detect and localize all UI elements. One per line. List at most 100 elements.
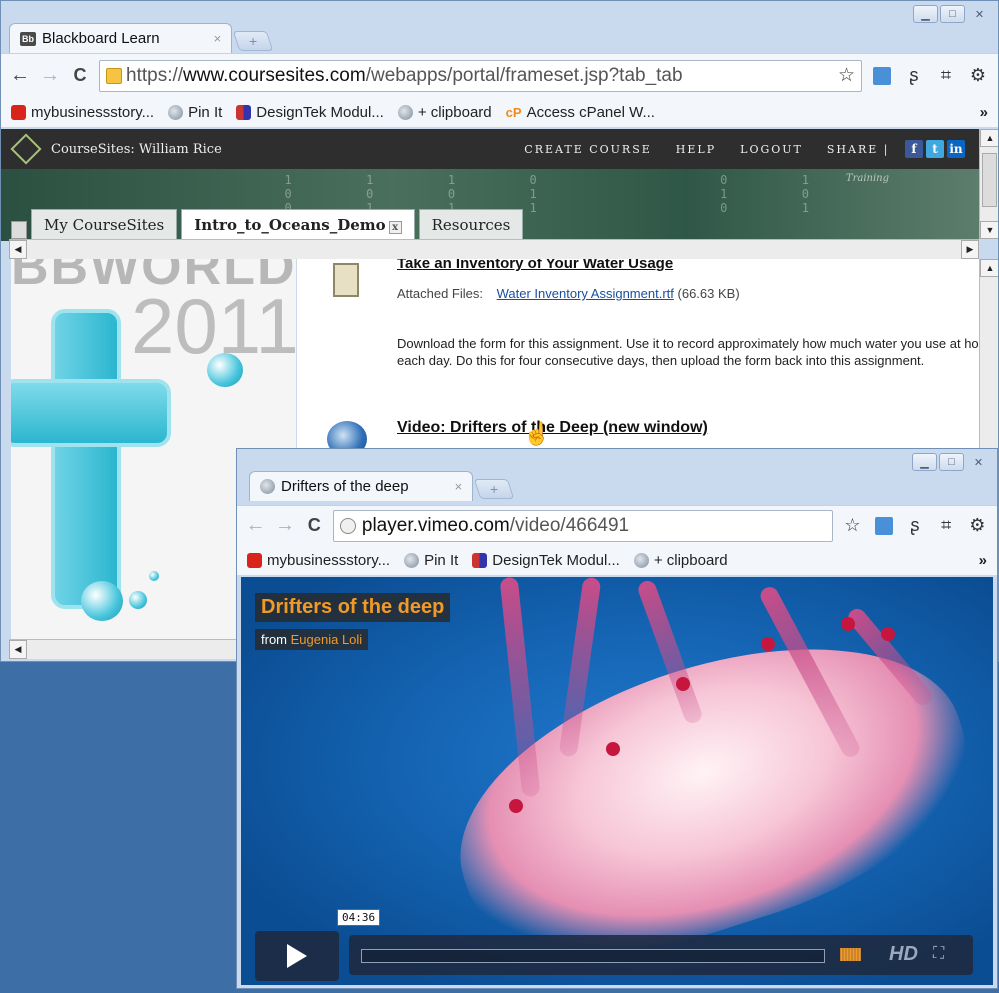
bookmark-item[interactable]: Pin It [168,104,222,121]
url-path: /webapps/portal/frameset.jsp?tab_tab [365,64,683,86]
close-window-button[interactable]: ✕ [967,5,992,23]
video-author-link[interactable]: Eugenia Loli [291,632,363,647]
bookmark-item[interactable]: + clipboard [397,103,492,121]
more-bookmarks-chevron-icon[interactable]: » [979,552,987,569]
header-scrollbar[interactable]: ▲ ▼ [979,129,998,239]
bookmark-star-icon[interactable]: ☆ [841,514,864,538]
bookmark-item[interactable]: DesignTek Modul... [236,104,384,121]
bookmark-item[interactable]: + clipboard [633,551,728,569]
globe-icon [168,104,184,120]
bookmark-item[interactable]: mybusinessstory... [11,104,154,121]
scroll-right-icon[interactable]: ▶ [961,240,979,259]
scroll-thumb[interactable] [982,153,997,207]
back-button[interactable]: ← [245,514,266,537]
more-bookmarks-chevron-icon[interactable]: » [980,104,988,121]
scroll-up-icon[interactable]: ▲ [980,259,998,277]
logout-link[interactable]: LOGOUT [740,143,803,156]
bookmark-item[interactable]: cP Access cPanel W... [506,104,655,121]
hd-toggle[interactable]: HD [889,943,918,966]
tab-my-coursesites[interactable]: My CourseSites [31,209,178,241]
coursesites-header: CourseSites: William Rice CREATE COURSE … [1,129,979,169]
tab-resources[interactable]: Resources [418,209,524,241]
play-button[interactable] [255,931,339,981]
bookmark-label: Access cPanel W... [526,103,655,121]
minimize-button[interactable]: ▁ [913,5,938,23]
bookmark-item[interactable]: DesignTek Modul... [472,552,620,569]
attached-file-link[interactable]: Water Inventory Assignment.rtf [497,286,674,301]
pin-extension-icon[interactable]: ʂ [903,514,926,538]
share-label: SHARE | f t in [827,140,965,158]
bookmark-item[interactable]: mybusinessstory... [247,552,390,569]
assignment-description: Download the form for this assignment. U… [397,336,979,368]
back-button[interactable]: ← [9,64,31,87]
plus-graphic-vertical [51,309,121,609]
video-link[interactable]: Video: Drifters of the Deep (new window) [397,419,708,437]
fullscreen-icon[interactable]: ⛶ [933,945,944,963]
tab-intro-to-oceans[interactable]: Intro_to_Oceans_Demo x [181,209,415,241]
tab-scroll-icon[interactable] [11,221,27,239]
new-tab-button[interactable]: + [473,479,515,499]
extension-icon[interactable] [870,64,894,88]
forward-button[interactable]: → [274,514,295,537]
create-course-link[interactable]: CREATE COURSE [524,143,652,156]
maximize-button[interactable]: □ [940,5,965,23]
globe-icon [633,552,649,568]
screen-capture-icon[interactable]: ⌗ [935,514,958,538]
facebook-icon[interactable]: f [905,140,923,158]
scroll-up-icon[interactable]: ▲ [980,129,998,147]
address-bar[interactable]: player.vimeo.com /video/466491 [332,509,833,542]
globe-icon [397,104,413,120]
progress-bar[interactable] [361,949,825,963]
scroll-left-icon[interactable]: ◀ [9,640,27,659]
bubble-graphic [129,591,147,609]
close-window-button[interactable]: ✕ [966,453,991,471]
attached-file-size: (66.63 KB) [677,286,740,301]
browser-tab-vimeo[interactable]: Drifters of the deep × [249,471,474,501]
address-bar[interactable]: https:// www.coursesites.com /webapps/po… [99,59,862,92]
player-controls: IIIIIII HD ⛶ [349,935,973,975]
wrench-menu-icon[interactable]: ⚙ [966,64,990,88]
assignment-title-link[interactable]: Take an Inventory of Your Water Usage [397,259,673,272]
header-horizontal-scrollbar[interactable]: ◀ ▶ [9,239,979,259]
bookmark-item[interactable]: Pin It [404,552,458,569]
close-tab-icon[interactable]: × [214,31,222,46]
maximize-button[interactable]: □ [939,453,964,471]
flag-icon [236,104,252,120]
extension-icon[interactable] [872,514,895,538]
bookmark-label: + clipboard [417,103,492,121]
page-globe-icon [339,517,356,534]
reload-button[interactable]: C [304,515,325,536]
twitter-icon[interactable]: t [926,140,944,158]
help-link[interactable]: HELP [676,143,716,156]
close-tab-icon[interactable]: × [455,479,463,494]
scroll-left-icon[interactable]: ◀ [9,240,27,259]
bubble-graphic [149,571,159,581]
url-host: www.coursesites.com [183,64,366,86]
video-frame-detail [881,627,895,641]
bookmark-label: + clipboard [653,551,728,569]
attached-files-label: Attached Files: [397,286,483,301]
video-byline: from Eugenia Loli [255,629,369,650]
browser-tab-blackboard[interactable]: Bb Blackboard Learn × [9,23,233,53]
video-player[interactable]: Drifters of the deep from Eugenia Loli 0… [241,577,993,985]
bookmark-star-icon[interactable]: ☆ [838,64,855,87]
wrench-menu-icon[interactable]: ⚙ [966,514,989,538]
popup-tab-strip: Drifters of the deep × + [249,471,515,501]
tab-strip: Bb Blackboard Learn × + [9,23,274,53]
close-course-tab-icon[interactable]: x [388,221,402,234]
video-frame-detail [761,637,775,651]
cpanel-icon: cP [505,104,522,120]
bubble-graphic [207,353,243,387]
forward-button[interactable]: → [39,64,61,87]
reload-button[interactable]: C [69,65,91,86]
screen-capture-icon[interactable]: ⌗ [934,64,958,88]
lock-warning-icon [106,67,122,84]
minimize-button[interactable]: ▁ [912,453,937,471]
linkedin-icon[interactable]: in [947,140,965,158]
scroll-down-icon[interactable]: ▼ [980,221,998,239]
volume-control[interactable]: IIIIIII [839,945,862,966]
pin-extension-icon[interactable]: ʂ [902,64,926,88]
video-title[interactable]: Drifters of the deep [255,593,451,622]
new-tab-button[interactable]: + [232,31,274,51]
flag-icon [472,552,488,568]
